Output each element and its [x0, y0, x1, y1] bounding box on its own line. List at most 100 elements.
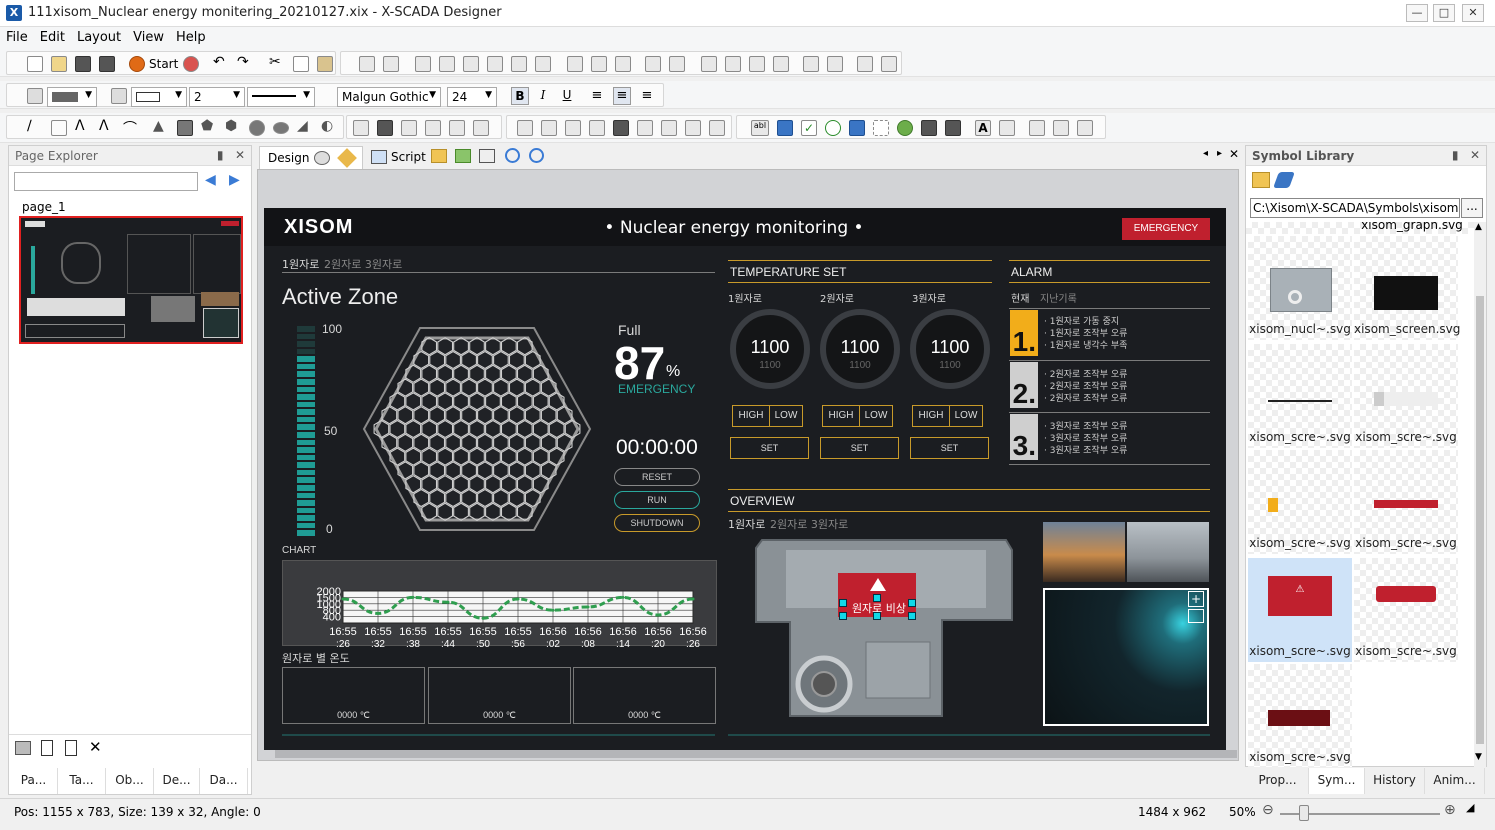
symbol-item[interactable]: xisom_scre~.svg	[1248, 664, 1352, 767]
pentagon-tool-icon[interactable]: ⬟	[201, 118, 217, 134]
save-all-icon[interactable]	[99, 56, 115, 72]
textbox-tool-icon[interactable]	[777, 120, 793, 136]
symbol-path-field[interactable]: C:\Xisom\X-SCADA\Symbols\xisom	[1250, 198, 1460, 218]
grid-icon[interactable]	[479, 149, 495, 163]
open-folder-icon[interactable]	[51, 56, 67, 72]
left-tab-pages[interactable]: Pa...	[10, 768, 58, 794]
tank-tool-icon[interactable]	[661, 120, 677, 136]
chart-area-tool-icon[interactable]	[1053, 120, 1069, 136]
symbol-item[interactable]: xisom_scre~.svg	[1248, 450, 1352, 554]
font-name-combo[interactable]: Malgun Gothic ▼	[337, 87, 441, 107]
label-tool-icon[interactable]: abl	[751, 120, 769, 136]
align-center-icon[interactable]	[439, 56, 455, 72]
paste-icon[interactable]	[317, 56, 333, 72]
script-icon[interactable]	[371, 150, 387, 164]
picture-tool-icon[interactable]	[425, 120, 441, 136]
alarm-tool-icon[interactable]	[945, 120, 961, 136]
menu-view[interactable]: View	[127, 27, 170, 45]
symbol-item[interactable]: xisom_scre~.svg	[1354, 344, 1458, 448]
browse-button[interactable]: ...	[1461, 198, 1483, 218]
panel-close-icon[interactable]: ✕	[235, 148, 245, 162]
globe-tool-icon[interactable]	[897, 120, 913, 136]
arc-tool-icon[interactable]: ⌒	[123, 118, 139, 137]
scroll-up-icon[interactable]: ▲	[1475, 222, 1482, 232]
scrollbar-thumb[interactable]	[1476, 296, 1484, 744]
left-tab-objects[interactable]: Ob...	[106, 768, 154, 794]
valve-tool-icon[interactable]	[685, 120, 701, 136]
rotate-icon[interactable]	[857, 56, 873, 72]
flip-v-icon[interactable]	[827, 56, 843, 72]
folder-icon[interactable]	[431, 149, 447, 163]
resize-handle[interactable]	[839, 612, 847, 620]
zoom-slider-thumb[interactable]	[1299, 805, 1309, 821]
bring-forward-icon[interactable]	[749, 56, 765, 72]
chart-bar-tool-icon[interactable]	[1077, 120, 1093, 136]
rectangle-tool-icon[interactable]	[177, 120, 193, 136]
nav-back-icon[interactable]: ◀	[205, 172, 216, 188]
distribute-h-icon[interactable]	[645, 56, 661, 72]
high-button-3[interactable]: HIGH	[912, 405, 950, 427]
building-tool-icon[interactable]	[517, 120, 533, 136]
tab-scroll-left-icon[interactable]: ◂	[1203, 148, 1208, 159]
group-icon[interactable]	[359, 56, 375, 72]
save-icon[interactable]	[75, 56, 91, 72]
zoom-out-button[interactable]: ⊖	[1262, 802, 1274, 818]
circle-tool-icon[interactable]	[249, 120, 265, 136]
pen-tool-icon[interactable]: Λ	[75, 118, 91, 134]
run-button[interactable]: RUN	[614, 491, 700, 509]
gauge-tool-icon[interactable]	[613, 120, 629, 136]
set-button-3[interactable]: SET	[910, 437, 989, 459]
line-width-combo[interactable]: 2 ▼	[189, 87, 245, 107]
brush-tool-icon[interactable]	[449, 120, 465, 136]
overview-tab-active[interactable]: 1원자로	[728, 516, 765, 532]
zoom-in-button[interactable]: ⊕	[1444, 802, 1456, 818]
new-page-icon[interactable]	[41, 740, 53, 756]
symbol-item[interactable]: xisom_scre~.svg	[1248, 344, 1352, 448]
underline-button[interactable]: U	[559, 88, 575, 104]
symbol-item[interactable]: xisom_scre~.svg	[1354, 450, 1458, 554]
zoom-in-icon[interactable]	[505, 148, 520, 163]
motor-tool-icon[interactable]	[709, 120, 725, 136]
fill-bucket-icon[interactable]	[27, 88, 43, 104]
menu-file[interactable]: File	[0, 27, 34, 45]
page-image-icon[interactable]	[15, 741, 31, 755]
gif-tool-icon[interactable]	[473, 120, 489, 136]
copy-icon[interactable]	[293, 56, 309, 72]
hexagon-tool-icon[interactable]: ⬢	[225, 118, 241, 134]
cut-icon[interactable]: ✂	[269, 54, 285, 70]
symbol-item[interactable]: xisom_screen.svg	[1354, 236, 1460, 340]
scroll-down-icon[interactable]: ▼	[1475, 752, 1482, 762]
bold-button[interactable]: B	[511, 87, 529, 105]
triangle-tool-icon[interactable]: ▲	[153, 118, 169, 134]
line-tool-icon[interactable]: ∕	[27, 118, 43, 134]
low-button-2[interactable]: LOW	[859, 405, 893, 427]
pen-icon[interactable]	[111, 88, 127, 104]
qr-tool-icon[interactable]	[377, 120, 393, 136]
start-button[interactable]: Start	[149, 57, 178, 71]
page-thumbnail[interactable]	[19, 216, 243, 344]
left-tab-devices[interactable]: De...	[154, 768, 200, 794]
pin-icon[interactable]: ▮	[1452, 148, 1459, 162]
align-top-icon[interactable]	[487, 56, 503, 72]
align-left-icon[interactable]	[415, 56, 431, 72]
align-bottom-icon[interactable]	[535, 56, 551, 72]
radio-tool-icon[interactable]	[825, 120, 841, 136]
high-button-2[interactable]: HIGH	[822, 405, 860, 427]
hmi-screen[interactable]: XISOM • Nuclear energy monitoring • EMER…	[264, 208, 1226, 750]
ungroup-icon[interactable]	[383, 56, 399, 72]
right-tab-animation[interactable]: Anim...	[1425, 768, 1485, 794]
tab-scroll-right-icon[interactable]: ▸	[1217, 148, 1222, 159]
reactor-tab-active[interactable]: 1원자로	[282, 256, 319, 272]
panel-tool-icon[interactable]	[541, 120, 557, 136]
set-button-2[interactable]: SET	[820, 437, 899, 459]
text-align-right-icon[interactable]: ≡	[639, 88, 655, 104]
symbol-item-selected[interactable]: ⚠ xisom_scre~.svg	[1248, 558, 1352, 662]
symbol-item[interactable]: xisom_nucl~.svg	[1248, 236, 1352, 340]
meter-tool-icon[interactable]	[589, 120, 605, 136]
menu-help[interactable]: Help	[170, 27, 212, 45]
collapse-icon[interactable]	[1188, 609, 1204, 623]
line-style-combo[interactable]: ▼	[247, 87, 315, 107]
distribute-v-icon[interactable]	[669, 56, 685, 72]
send-back-icon[interactable]	[725, 56, 741, 72]
delete-page-icon[interactable]: ✕	[89, 738, 102, 756]
